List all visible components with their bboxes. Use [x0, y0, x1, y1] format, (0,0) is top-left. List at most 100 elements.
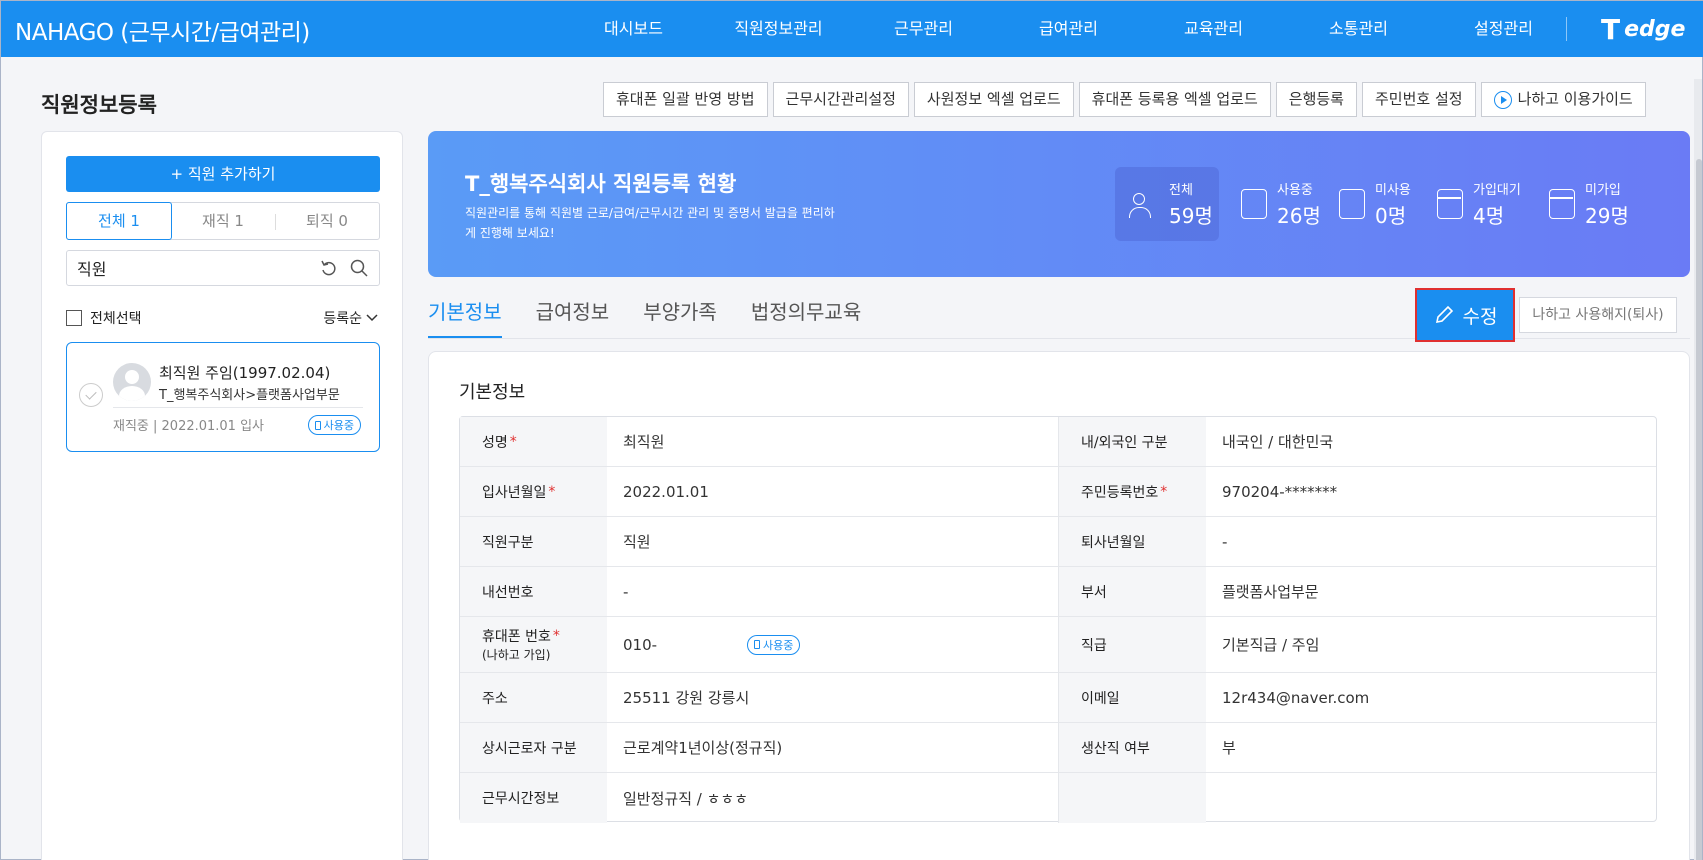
field-label: 주소 — [460, 673, 607, 722]
field-label: 이메일 — [1058, 673, 1206, 722]
field-label: 내선번호 — [460, 567, 607, 616]
banner-description: 직원관리를 통해 직원별 근로/급여/근무시간 관리 및 증명서 발급을 편리하… — [465, 206, 835, 240]
filter-tab-employed[interactable]: 재직 1 — [171, 203, 275, 239]
nav-education[interactable]: 교육관리 — [1141, 1, 1286, 57]
phone-excel-upload-button[interactable]: 휴대폰 등록용 엑셀 업로드 — [1078, 82, 1271, 117]
bank-register-button[interactable]: 은행등록 — [1275, 82, 1357, 117]
stat-label: 미사용 — [1375, 183, 1411, 198]
stat-label: 전체 — [1169, 183, 1193, 198]
field-sublabel: (나하고 가입) — [482, 648, 551, 662]
badge-label: 사용중 — [323, 419, 354, 432]
stat-unused[interactable]: 미사용 0명 — [1339, 167, 1411, 241]
field-label: 직급 — [1058, 617, 1206, 672]
usage-guide-label: 나하고 이용가이드 — [1517, 90, 1633, 108]
nav-employee-info[interactable]: 직원정보관리 — [706, 1, 851, 57]
stat-value: 0명 — [1375, 204, 1407, 228]
stat-value: 4명 — [1473, 204, 1505, 228]
stat-value: 29명 — [1585, 204, 1629, 228]
stat-label: 가입대기 — [1473, 183, 1521, 198]
field-value: 970204-******* — [1222, 482, 1338, 501]
employee-name: 최직원 주임(1997.02.04) — [159, 364, 331, 382]
field-value: 부 — [1222, 739, 1236, 757]
select-all-label: 전체선택 — [90, 311, 142, 327]
stat-value: 26명 — [1277, 204, 1321, 228]
table-row: 성명 * 최직원 내/외국인 구분 내국인 / 대한민국 — [460, 417, 1656, 467]
scrollbar-thumb[interactable] — [1696, 159, 1702, 860]
field-value: 일반정규직 / ㅎㅎㅎ — [623, 789, 748, 808]
checkbox-icon[interactable] — [66, 310, 82, 326]
field-label: 부서 — [1058, 567, 1206, 616]
edge-logo[interactable]: Tedge — [1601, 13, 1685, 46]
check-circle-icon[interactable] — [79, 383, 103, 407]
tab-dependents[interactable]: 부양가족 — [643, 297, 717, 339]
stat-total[interactable]: 전체 59명 — [1115, 167, 1219, 241]
chevron-down-icon — [366, 314, 378, 322]
employee-dept: T_행복주식회사>플랫폼사업부문 — [159, 388, 340, 403]
main-nav: 대시보드 직원정보관리 근무관리 급여관리 교육관리 소통관리 설정관리 — [561, 1, 1576, 57]
filter-tab-retired[interactable]: 퇴직 0 — [275, 203, 379, 239]
logo-text: edge — [1624, 17, 1686, 42]
employee-excel-upload-button[interactable]: 사원정보 엑셀 업로드 — [913, 82, 1074, 117]
field-value: 내국인 / 대한민국 — [1222, 433, 1334, 451]
add-employee-button[interactable]: + 직원 추가하기 — [66, 156, 380, 192]
table-row: 입사년월일 * 2022.01.01 주민등록번호 * 970204-******* — [460, 467, 1656, 517]
registration-status-banner: T_행복주식회사 직원등록 현황 직원관리를 통해 직원별 근로/급여/근무시간… — [428, 131, 1690, 277]
resident-number-settings-button[interactable]: 주민번호 설정 — [1361, 82, 1476, 117]
usage-guide-button[interactable]: 나하고 이용가이드 — [1480, 82, 1646, 117]
detail-tabs: 기본정보 급여정보 부양가족 법정의무교육 — [428, 297, 861, 339]
table-row: 주소 25511 강원 강릉시 이메일 12r434@naver.com — [460, 673, 1656, 723]
calendar-icon — [1437, 189, 1463, 219]
employee-status: 재직중 | 2022.01.01 입사 — [113, 419, 265, 434]
field-value: 12r434@naver.com — [1222, 688, 1370, 707]
pencil-icon — [1435, 305, 1453, 324]
employee-card[interactable]: 최직원 주임(1997.02.04) T_행복주식회사>플랫폼사업부문 재직중 … — [66, 342, 380, 452]
sort-label: 등록순 — [323, 311, 362, 327]
section-title: 기본정보 — [459, 382, 526, 403]
basic-info-panel: 기본정보 성명 * 최직원 내/외국인 구분 내국인 / 대한민국 입사년월일 * … — [428, 351, 1690, 860]
field-label: 근무시간정보 — [460, 773, 607, 823]
banner-title: T_행복주식회사 직원등록 현황 — [465, 172, 737, 196]
field-label — [1058, 773, 1206, 823]
field-label: 주민등록번호 * — [1058, 467, 1206, 516]
play-icon — [1493, 90, 1512, 109]
phone-bulk-guide-button[interactable]: 휴대폰 일괄 반영 방법 — [603, 82, 768, 117]
reset-icon[interactable] — [319, 258, 339, 278]
status-badge: 사용중 — [747, 634, 801, 655]
table-row: 내선번호 - 부서 플랫폼사업부문 — [460, 567, 1656, 617]
field-label: 직원구분 — [460, 517, 607, 566]
field-value — [1222, 773, 1642, 823]
field-value: - — [1222, 532, 1228, 551]
search-icon[interactable] — [349, 258, 369, 278]
sort-dropdown[interactable]: 등록순 — [323, 308, 378, 328]
stat-unregistered[interactable]: 미가입 29명 — [1549, 167, 1629, 241]
tab-salary-info[interactable]: 급여정보 — [536, 297, 610, 339]
tab-basic-info[interactable]: 기본정보 — [428, 297, 502, 339]
employee-search-input[interactable]: 직원 — [66, 250, 380, 286]
status-badge: 사용중 — [307, 415, 361, 435]
stat-label: 사용중 — [1277, 183, 1313, 198]
nav-attendance[interactable]: 근무관리 — [851, 1, 996, 57]
nav-communication[interactable]: 소통관리 — [1286, 1, 1431, 57]
nav-dashboard[interactable]: 대시보드 — [561, 1, 706, 57]
nav-settings[interactable]: 설정관리 — [1431, 1, 1576, 57]
field-label: 입사년월일 * — [460, 467, 607, 516]
field-value: 25511 강원 강릉시 — [623, 689, 750, 707]
table-row: 직원구분 직원 퇴사년월일 - — [460, 517, 1656, 567]
filter-tab-all[interactable]: 전체 1 — [66, 202, 172, 240]
nav-payroll[interactable]: 급여관리 — [996, 1, 1141, 57]
field-value: 직원 — [623, 533, 651, 551]
field-label: 생산직 여부 — [1058, 723, 1206, 772]
terminate-usage-button[interactable]: 나하고 사용해지(퇴사) — [1519, 297, 1677, 333]
app-title[interactable]: NAHAGO (근무시간/급여관리) — [15, 13, 310, 47]
stat-pending[interactable]: 가입대기 4명 — [1437, 167, 1521, 241]
field-label: 상시근로자 구분 — [460, 723, 607, 772]
work-time-settings-button[interactable]: 근무시간관리설정 — [772, 82, 909, 117]
edit-button[interactable]: 수정 — [1415, 288, 1515, 342]
scrollbar[interactable] — [1694, 79, 1702, 860]
tab-legal-education[interactable]: 법정의무교육 — [751, 297, 861, 339]
basic-info-table: 성명 * 최직원 내/외국인 구분 내국인 / 대한민국 입사년월일 * 2022.… — [459, 416, 1657, 823]
employee-list-panel: + 직원 추가하기 전체 1 재직 1 퇴직 0 직원 전체선택 등록순 최직원… — [41, 131, 403, 860]
select-all-checkbox[interactable]: 전체선택 — [66, 308, 142, 328]
top-nav-bar: NAHAGO (근무시간/급여관리) 대시보드 직원정보관리 근무관리 급여관리… — [1, 1, 1703, 57]
stat-active[interactable]: 사용중 26명 — [1241, 167, 1321, 241]
